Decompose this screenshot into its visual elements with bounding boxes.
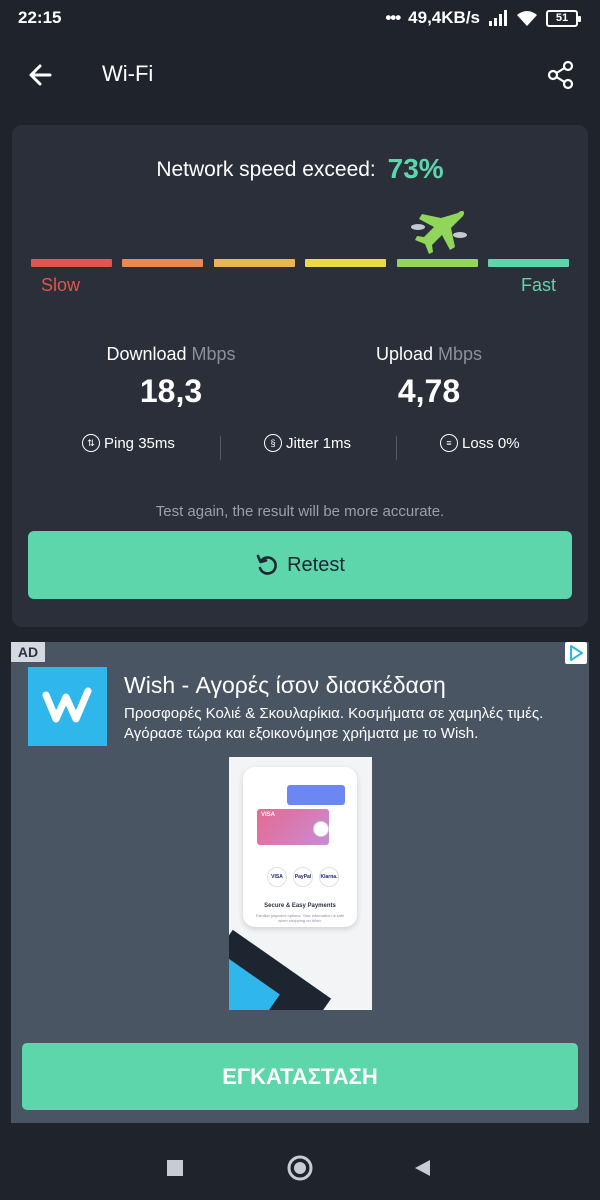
more-notifications-icon: ••• [385,8,401,27]
recents-icon[interactable] [165,1158,185,1178]
loss-value: Loss 0% [462,434,520,452]
loss-stat: ≡ Loss 0% [440,434,520,452]
scale-segment [305,259,386,267]
ping-icon: ⇅ [82,434,100,452]
scale-segment [214,259,295,267]
download-value: 18,3 [139,373,203,409]
wish-w-icon [42,687,91,722]
status-indicators: ••• 49,4KB/s 51 [385,8,581,28]
scale-segment-current [397,259,478,267]
home-icon[interactable] [286,1154,314,1182]
ad-payment-logos: VISA PayPal Klarna. [267,867,339,887]
ad-image[interactable]: VISA VISA PayPal Klarna. Secure & Easy P… [229,757,372,1010]
ad-card[interactable]: AD Wish - Αγορές ίσον διασκέδαση Προσφορ… [11,642,589,1123]
ad-phone-mockup: VISA VISA PayPal Klarna. Secure & Easy P… [243,767,357,927]
ad-image-title: Secure & Easy Payments [264,903,336,909]
airplane-icon [411,210,467,254]
upload-unit: Mbps [438,344,483,364]
ad-headline[interactable]: Wish - Αγορές ίσον διασκέδαση [124,672,446,699]
network-speed: 49,4KB/s [408,8,480,27]
retest-label: Retest [287,553,345,576]
install-button[interactable]: ΕΓΚΑΤΑΣΤΑΣΗ [22,1043,578,1110]
download-label: Download Mbps [84,344,258,365]
system-nav-bar [0,1135,600,1200]
upload-label: Upload Mbps [342,344,516,365]
ad-image-subtitle: Familiar payment options. Your informati… [255,913,345,923]
upload-value: 4,78 [397,373,461,409]
ping-value: Ping 35ms [104,434,175,452]
exceed-label: Network speed exceed: [156,158,376,181]
ad-badge: AD [11,642,45,662]
slow-label: Slow [41,275,81,295]
stats-row: ⇅ Ping 35ms § Jitter 1ms ≡ Loss 0% [12,434,588,462]
ad-blue-card [287,785,345,805]
wifi-icon [517,11,537,26]
signal-icon [489,10,507,26]
scale-segment [122,259,203,267]
page-title: Wi-Fi [102,61,154,86]
back-nav-icon[interactable] [412,1158,432,1178]
adchoices-icon[interactable] [565,642,587,664]
loss-icon: ≡ [440,434,458,452]
divider [396,436,397,460]
jitter-stat: § Jitter 1ms [264,434,351,452]
battery-icon: 51 [546,9,581,27]
lock-icon [313,821,329,837]
exceed-value: 73% [387,153,444,184]
share-icon[interactable] [544,58,578,92]
paypal-logo: PayPal [293,867,313,887]
upload-title: Upload [375,344,433,364]
ping-stat: ⇅ Ping 35ms [82,434,175,452]
app-bar: Wi-Fi [0,44,600,108]
status-time: 22:15 [18,8,62,27]
download-unit: Mbps [191,344,236,364]
speed-exceed-line: Network speed exceed: 73% [12,153,588,185]
jitter-icon: § [264,434,282,452]
visa-logo: VISA [267,867,287,887]
download-title: Download [106,344,187,364]
wish-logo[interactable] [28,667,107,746]
jitter-value: Jitter 1ms [286,434,352,452]
scale-segment [31,259,112,267]
ad-body: Προσφορές Κολιέ & Σκουλαρίκια. Κοσμήματα… [124,705,544,742]
arrow-left-icon[interactable] [24,58,58,92]
retest-hint: Test again, the result will be more accu… [155,503,445,520]
fast-label: Fast [520,275,556,295]
scale-segment [488,259,569,267]
status-bar: 22:15 ••• 49,4KB/s 51 [0,0,600,36]
retest-button[interactable]: Retest [28,531,572,599]
refresh-icon [256,554,277,575]
klarna-logo: Klarna. [319,867,339,887]
divider [220,436,221,460]
result-card: Network speed exceed: 73% Slow Fast Down… [12,125,588,627]
speed-scale [31,259,569,267]
